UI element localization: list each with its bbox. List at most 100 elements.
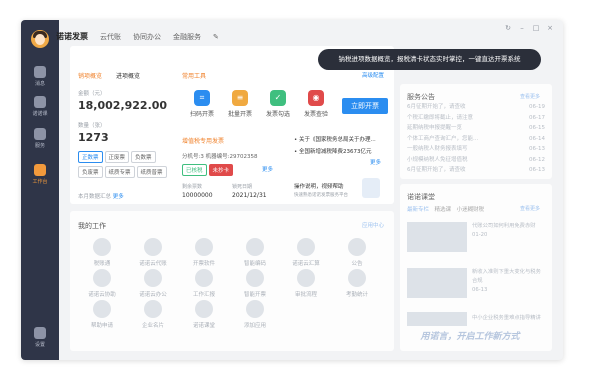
issue-invoice-button[interactable]: 立即开票 xyxy=(342,98,388,114)
course-thumbnail[interactable] xyxy=(407,312,467,326)
tax-badges: 已核税 未抄卡 xyxy=(182,164,235,179)
work-app-item[interactable]: 诺诺云协助 xyxy=(82,269,122,298)
eye-icon: ◉ xyxy=(308,90,324,106)
edit-icon[interactable]: ✎ xyxy=(213,33,219,41)
notice-item[interactable]: • 关于《国家税务总局关于办理... xyxy=(294,134,386,146)
invoice-select-tool[interactable]: ✓ 发票勾选 xyxy=(263,90,293,118)
work-app-item[interactable]: 诺诺云代账 xyxy=(133,238,173,267)
maximize-icon[interactable]: □ xyxy=(529,24,543,32)
invoice-check-tool[interactable]: ◉ 发票查验 xyxy=(301,90,331,118)
tab-nuonuo-invoice[interactable]: 诺诺发票 xyxy=(56,32,88,41)
scan-icon: ⌗ xyxy=(194,90,210,106)
scan-invoice-tool[interactable]: ⌗ 扫码开票 xyxy=(187,90,217,118)
app-icon xyxy=(195,300,213,318)
app-icon xyxy=(144,300,162,318)
tools-title: 常用工具 xyxy=(182,73,207,80)
work-app-item[interactable]: 智能编码 xyxy=(235,238,275,267)
work-app-item[interactable]: 企业名片 xyxy=(133,300,173,329)
work-app-item[interactable]: 开票软件 xyxy=(184,238,224,267)
book-icon xyxy=(34,96,46,108)
tax-more-link[interactable]: 更多 xyxy=(262,165,273,173)
invoice-type-tags: 正数票 正废票 负数票负废票 纸质专票 纸质普票 xyxy=(78,151,178,181)
app-icon xyxy=(195,269,213,287)
service-item[interactable]: 个税汇缴即将截止，请注意 06-17 xyxy=(407,113,545,124)
batch-invoice-tool[interactable]: ≡ 批量开票 xyxy=(225,90,255,118)
tab-office[interactable]: 协同办公 xyxy=(133,33,161,41)
work-app-item[interactable]: 诺诺云办公 xyxy=(133,269,173,298)
service-item[interactable]: 一般纳税人财务报表填写 06-13 xyxy=(407,144,545,155)
top-tabs: 诺诺发票 云代账 协同办公 金融服务 ✎ xyxy=(56,31,231,42)
sidebar-item-service[interactable]: 服务 xyxy=(21,128,59,149)
course-title: 诺诺课堂 xyxy=(407,193,435,201)
tab-cloud-account[interactable]: 云代账 xyxy=(100,33,121,41)
notice-list: • 关于《国家税务总局关于办理... • 全国新增减税降费23673亿元 xyxy=(294,134,386,158)
sidebar-item-settings[interactable]: 设置 xyxy=(21,327,59,348)
guide-tooltip: 钠税进项数据概览，报税清卡状态实时掌控，一键直达开票系统 xyxy=(318,49,541,70)
cloud-icon xyxy=(144,238,162,256)
service-item[interactable]: 6月征期开始了，请查收 06-13 xyxy=(407,165,545,176)
work-app-item[interactable]: 考勤统计 xyxy=(337,269,377,298)
help-subtitle: 快速熟悉诺诺发票服务平台 xyxy=(294,193,348,198)
plus-icon xyxy=(246,300,264,318)
my-work-title: 我的工作 xyxy=(78,222,106,230)
gear-icon xyxy=(34,327,46,339)
service-item[interactable]: 小规模纳税人免征增值税 06-12 xyxy=(407,155,545,166)
course-thumbnail[interactable] xyxy=(407,222,467,252)
close-icon[interactable]: × xyxy=(543,24,557,32)
work-app-item[interactable]: 审批流程 xyxy=(286,269,326,298)
app-icon xyxy=(144,269,162,287)
app-icon xyxy=(297,238,315,256)
course-item[interactable]: 代账公司如何利用免费赤财 01-20 xyxy=(472,222,542,240)
window-controls: ↻ – □ × xyxy=(501,24,557,32)
tools-config-link[interactable]: 高级配置 xyxy=(362,71,384,79)
avatar[interactable] xyxy=(31,30,49,48)
app-icon xyxy=(195,238,213,256)
work-app-item[interactable]: 公告 xyxy=(337,238,377,267)
course-thumbnail[interactable] xyxy=(407,268,467,298)
service-item[interactable]: 延期纳税申报提醒一览 06-15 xyxy=(407,123,545,134)
amount-value: 18,002,922.00 xyxy=(78,99,168,112)
app-icon xyxy=(246,238,264,256)
course-item[interactable]: 中小企业税务重难点指导精讲 xyxy=(472,314,542,323)
app-icon xyxy=(348,269,366,287)
work-app-item[interactable]: 诺诺课堂 xyxy=(184,300,224,329)
service-more-link[interactable]: 查看更多 xyxy=(520,93,540,100)
tab-finance[interactable]: 金融服务 xyxy=(173,33,201,41)
app-icon xyxy=(348,238,366,256)
app-icon xyxy=(93,269,111,287)
course-item[interactable]: 新收入准则下重大变化与税务合规 06-13 xyxy=(472,268,542,295)
notice-item[interactable]: • 全国新增减税降费23673亿元 xyxy=(294,146,386,158)
work-app-item[interactable]: 智能开票 xyxy=(235,269,275,298)
service-title: 服务公告 xyxy=(407,93,435,101)
amount-label: 金额（元） xyxy=(78,91,106,97)
app-icon xyxy=(93,300,111,318)
app-center-link[interactable]: 应用中心 xyxy=(362,221,384,229)
sidebar-item-workbench[interactable]: 工作台 xyxy=(21,164,59,185)
document-icon: ≡ xyxy=(232,90,248,106)
vat-title: 增值税专用发票 xyxy=(182,138,225,145)
service-icon xyxy=(34,128,46,140)
work-app-item[interactable]: 帮助申请 xyxy=(82,300,122,329)
help-title[interactable]: 操作说明，视频帮助 xyxy=(294,182,344,190)
sidebar-item-messages[interactable]: 消息 xyxy=(21,66,59,87)
count-value: 1273 xyxy=(78,131,109,144)
service-item[interactable]: 6月征期开始了，请查收 06-19 xyxy=(407,102,545,113)
course-more-link[interactable]: 查看更多 xyxy=(520,205,540,212)
sidebar: 消息 诺诺课 服务 工作台 设置 xyxy=(21,20,59,360)
minimize-icon[interactable]: – xyxy=(515,24,529,32)
add-app-item[interactable]: 添加应用 xyxy=(235,300,275,329)
lock-date-label: 锁死日期 xyxy=(232,184,253,190)
slogan-banner: 用诺言，开启工作新方式 xyxy=(420,332,520,342)
remain-count: 10000000 xyxy=(182,192,213,199)
count-label: 数量（张） xyxy=(78,123,106,129)
work-app-item[interactable]: 工作汇报 xyxy=(184,269,224,298)
work-app-item[interactable]: 诺诺云汇算 xyxy=(286,238,326,267)
message-icon xyxy=(34,66,46,78)
sidebar-item-course[interactable]: 诺诺课 xyxy=(21,96,59,117)
service-item[interactable]: 个体工商户查询汇户，您能... 06-14 xyxy=(407,134,545,145)
notice-more-link[interactable]: 更多 xyxy=(370,158,381,166)
summary-tabs: 销项概览 进项概览 xyxy=(78,73,141,80)
work-app-item[interactable]: 税账通 xyxy=(82,238,122,267)
service-list: 6月征期开始了，请查收 06-19 个税汇缴即将截止，请注意 06-17 延期纳税申… xyxy=(407,102,545,176)
refresh-icon[interactable]: ↻ xyxy=(501,24,515,32)
